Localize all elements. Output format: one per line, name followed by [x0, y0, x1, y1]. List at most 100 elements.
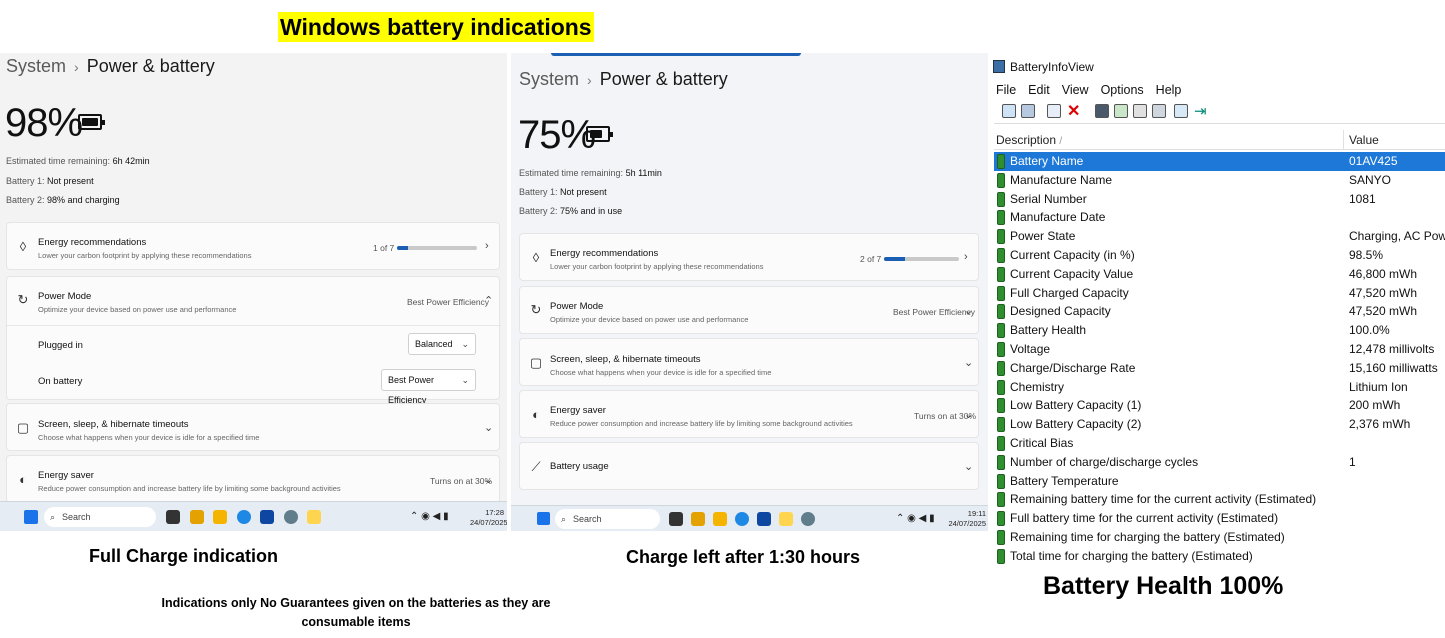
property-description: Power State [1010, 229, 1076, 244]
edge-icon[interactable] [237, 510, 251, 524]
property-row[interactable]: Battery Name 01AV425 [994, 152, 1445, 171]
breadcrumb-system[interactable]: System [519, 69, 579, 89]
caption-battery-health: Battery Health 100% [1043, 572, 1284, 600]
property-row[interactable]: Low Battery Capacity (2) 2,376 mWh [994, 415, 1445, 434]
plugged-in-dropdown[interactable]: Balanced ⌄ [408, 333, 476, 355]
view-mode-icon[interactable] [1002, 104, 1016, 118]
estimated-time: Estimated time remaining: 5h 11min [519, 168, 662, 178]
property-row[interactable]: Current Capacity (in %) 98.5% [994, 246, 1445, 265]
chevron-down-icon: ⌄ [484, 474, 494, 486]
property-row[interactable]: Critical Bias [994, 434, 1445, 453]
file-explorer-icon[interactable] [213, 510, 227, 524]
on-battery-dropdown[interactable]: Best Power Efficiency ⌄ [381, 369, 476, 405]
battery-usage-title: Battery usage [550, 461, 609, 472]
property-row[interactable]: Battery Temperature [994, 472, 1445, 491]
property-description: Battery Health [1010, 323, 1087, 338]
system-tray-icons[interactable]: ⌃ ◉ ◀ ▮ [410, 511, 449, 522]
property-row[interactable]: Designed Capacity 47,520 mWh [994, 302, 1445, 321]
property-row[interactable]: Serial Number 1081 [994, 190, 1445, 209]
energy-saver-card[interactable]: ◐ Energy saver Reduce power consumption … [6, 455, 500, 503]
screen-sleep-card[interactable]: ▢ Screen, sleep, & hibernate timeouts Ch… [6, 403, 500, 451]
property-row[interactable]: Battery Health 100.0% [994, 321, 1445, 340]
clock[interactable]: 19:11 24/07/2025 [948, 509, 986, 529]
task-view-icon[interactable] [166, 510, 180, 524]
property-row[interactable]: Full battery time for the current activi… [994, 509, 1445, 528]
disclaimer: Indications only No Guarantees given on … [130, 594, 582, 632]
task-view-icon[interactable] [669, 512, 683, 526]
find-icon[interactable] [1174, 104, 1188, 118]
menu-bar: File Edit View Options Help [996, 81, 1193, 99]
estimated-time-value: 5h 11min [625, 168, 662, 178]
property-row[interactable]: Full Charged Capacity 47,520 mWh [994, 284, 1445, 303]
energy-recommendations-card[interactable]: ◊ Energy recommendations Lower your carb… [519, 233, 979, 281]
screen-sleep-card[interactable]: ▢ Screen, sleep, & hibernate timeouts Ch… [519, 338, 979, 386]
property-row[interactable]: Current Capacity Value 46,800 mWh [994, 265, 1445, 284]
taskbar-search[interactable]: ⌕ Search [555, 509, 660, 529]
property-description: Low Battery Capacity (2) [1010, 417, 1142, 432]
file-explorer-icon[interactable] [713, 512, 727, 526]
start-icon[interactable] [24, 510, 38, 524]
breadcrumb-system[interactable]: System [6, 56, 66, 76]
property-row[interactable]: Charge/Discharge Rate 15,160 milliwatts [994, 359, 1445, 378]
property-row[interactable]: Remaining battery time for the current a… [994, 490, 1445, 509]
battery-usage-card[interactable]: ⟋ Battery usage ⌄ [519, 442, 979, 490]
property-row[interactable]: Power State Charging, AC Power [994, 227, 1445, 246]
widgets-icon[interactable] [190, 510, 204, 524]
exit-icon[interactable]: ⇥ [1194, 102, 1207, 120]
column-value[interactable]: Value [1349, 133, 1379, 147]
save-icon[interactable] [1095, 104, 1109, 118]
search-icon: ⌕ [561, 514, 567, 524]
edge-icon[interactable] [735, 512, 749, 526]
column-description[interactable]: Description / [996, 133, 1062, 147]
power-mode-value[interactable]: Best Power Efficiency [407, 297, 489, 307]
screen-sleep-title: Screen, sleep, & hibernate timeouts [550, 354, 701, 365]
search-label: Search [573, 514, 602, 524]
properties-icon[interactable] [1152, 104, 1166, 118]
estimated-time-label: Estimated time remaining: [6, 156, 111, 166]
delete-icon[interactable]: ✕ [1067, 101, 1080, 121]
chevron-down-icon: ⌄ [964, 461, 974, 473]
power-mode-card[interactable]: ↻ Power Mode Optimize your device based … [519, 286, 979, 334]
refresh-icon[interactable] [1114, 104, 1128, 118]
menu-help[interactable]: Help [1156, 83, 1182, 97]
widgets-icon[interactable] [691, 512, 705, 526]
app-icon[interactable] [779, 512, 793, 526]
app-icon[interactable] [307, 510, 321, 524]
property-row[interactable]: Manufacture Name SANYO [994, 171, 1445, 190]
window-icon[interactable] [1047, 104, 1061, 118]
settings-icon[interactable] [801, 512, 815, 526]
taskbar-search[interactable]: ⌕ Search [44, 507, 156, 527]
property-value: 47,520 mWh [1349, 304, 1418, 319]
disclaimer-line-1: Indications only No Guarantees given on … [161, 596, 551, 610]
menu-file[interactable]: File [996, 83, 1016, 97]
property-row[interactable]: Chemistry Lithium Ion [994, 378, 1445, 397]
property-row[interactable]: Low Battery Capacity (1) 200 mWh [994, 396, 1445, 415]
property-row[interactable]: Total time for charging the battery (Est… [994, 547, 1445, 566]
property-value: Lithium Ion [1349, 379, 1408, 394]
energy-recommendations-card[interactable]: ◊ Energy recommendations Lower your carb… [6, 222, 500, 270]
details-icon[interactable] [1021, 104, 1035, 118]
chevron-up-icon[interactable]: ⌃ [484, 294, 493, 307]
property-value: 15,160 milliwatts [1349, 360, 1438, 375]
energy-saver-icon: ◐ [19, 472, 27, 487]
property-description: Battery Name [1010, 154, 1084, 168]
property-row[interactable]: Number of charge/discharge cycles 1 [994, 453, 1445, 472]
breadcrumb-page: Power & battery [86, 56, 215, 76]
menu-view[interactable]: View [1062, 83, 1089, 97]
copy-icon[interactable] [1133, 104, 1147, 118]
property-row[interactable]: Manufacture Date [994, 208, 1445, 227]
recommendations-count: 1 of 7 [373, 243, 395, 253]
menu-edit[interactable]: Edit [1028, 83, 1050, 97]
clock[interactable]: 17:28 24/07/2025 [470, 508, 507, 528]
property-row[interactable]: Voltage 12,478 millivolts [994, 340, 1445, 359]
store-icon[interactable] [757, 512, 771, 526]
property-row[interactable]: Remaining time for charging the battery … [994, 528, 1445, 547]
menu-options[interactable]: Options [1101, 83, 1144, 97]
energy-saver-card[interactable]: ◐ Energy saver Reduce power consumption … [519, 390, 979, 438]
system-tray-icons[interactable]: ⌃ ◉ ◀ ▮ [896, 513, 935, 524]
power-mode-value[interactable]: Best Power Efficiency [893, 307, 975, 317]
store-icon[interactable] [260, 510, 274, 524]
settings-icon[interactable] [284, 510, 298, 524]
start-icon[interactable] [537, 512, 550, 525]
energy-recommendations-title: Energy recommendations [38, 237, 147, 248]
